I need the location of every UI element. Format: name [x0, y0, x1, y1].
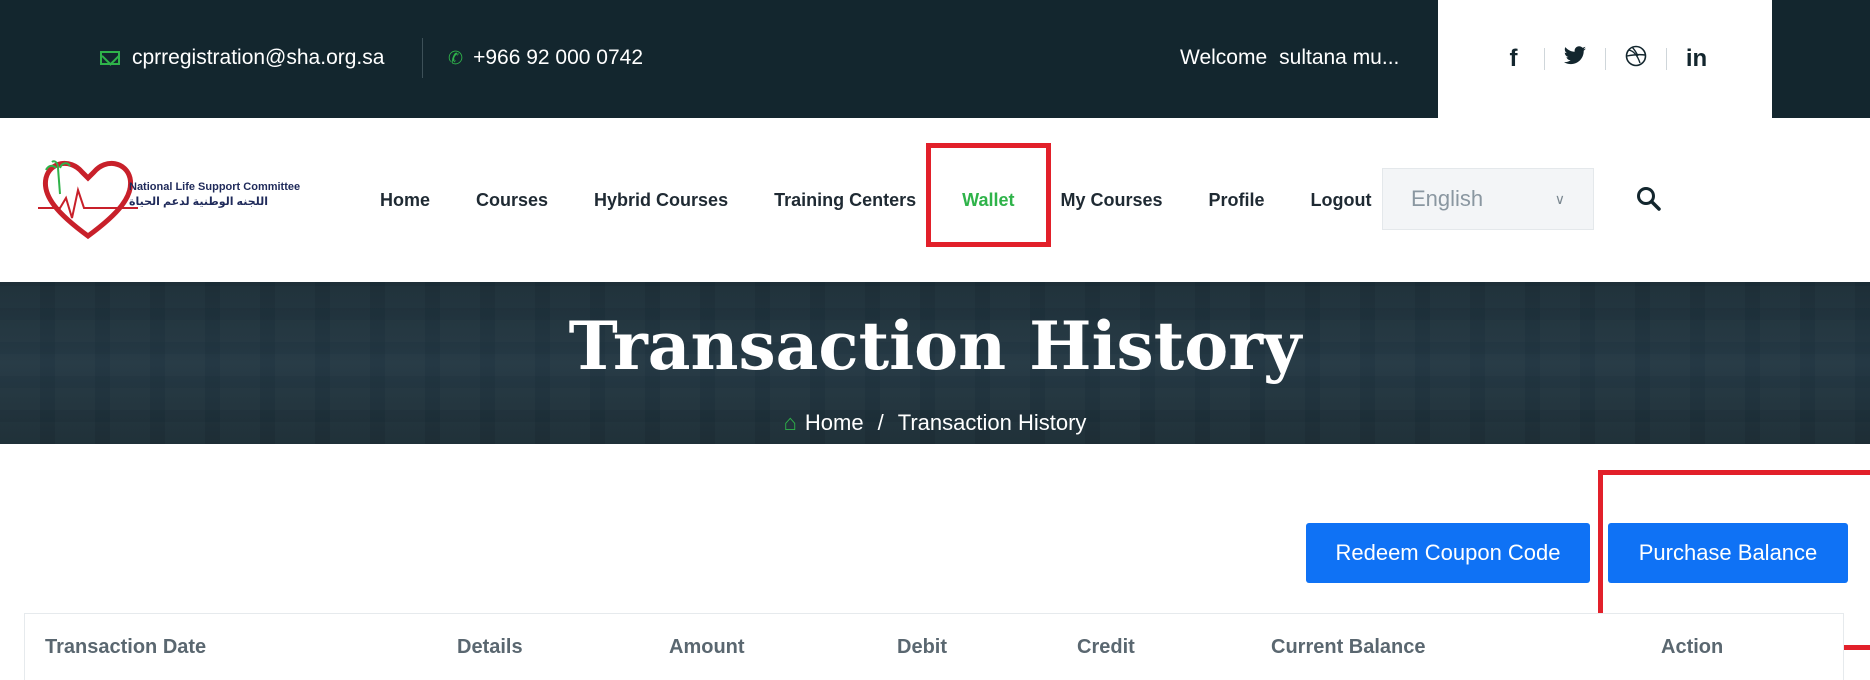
transactions-table: Transaction Date Details Amount Debit Cr…	[24, 613, 1844, 680]
welcome-user[interactable]: Welcome sultana mu...	[1180, 43, 1399, 73]
phone-text: +966 92 000 0742	[473, 46, 644, 69]
column-header-credit[interactable]: Credit	[1077, 614, 1135, 680]
email-text: cprregistration@sha.org.sa	[132, 46, 385, 69]
twitter-icon[interactable]	[1545, 45, 1605, 73]
divider	[422, 38, 423, 78]
contact-phone[interactable]: ✆ +966 92 000 0742	[448, 43, 643, 73]
linkedin-icon[interactable]: in	[1667, 45, 1727, 73]
breadcrumb-home[interactable]: Home	[805, 410, 864, 435]
nav-menu: Home Courses Hybrid Courses Training Cen…	[380, 118, 1418, 282]
nav-item-training-centers[interactable]: Training Centers	[774, 190, 916, 211]
heart-logo-icon	[38, 160, 138, 240]
language-value: English	[1411, 186, 1484, 211]
nav-item-my-courses[interactable]: My Courses	[1060, 190, 1162, 211]
logo-text: National Life Support Committee اللجنه ا…	[129, 180, 300, 210]
column-header-transaction-date[interactable]: Transaction Date	[45, 614, 206, 680]
social-links: f in	[1438, 0, 1772, 118]
breadcrumb-current: Transaction History	[897, 410, 1087, 435]
column-header-details[interactable]: Details	[457, 614, 523, 680]
home-icon: ⌂	[783, 410, 797, 435]
nav-item-courses[interactable]: Courses	[476, 190, 548, 211]
column-header-action[interactable]: Action	[1661, 614, 1723, 680]
language-select[interactable]: English ∨	[1382, 168, 1594, 230]
breadcrumb: ⌂ Home / Transaction History	[0, 410, 1870, 436]
nav-item-home[interactable]: Home	[380, 190, 430, 211]
redeem-coupon-button[interactable]: Redeem Coupon Code	[1306, 523, 1590, 583]
user-name: sultana mu...	[1279, 46, 1400, 69]
logo-english: National Life Support Committee	[129, 181, 301, 193]
welcome-label: Welcome	[1180, 46, 1268, 69]
page-hero: Transaction History ⌂ Home / Transaction Hi…	[0, 282, 1870, 444]
chevron-down-icon: ∨	[1554, 190, 1565, 207]
column-header-debit[interactable]: Debit	[897, 614, 947, 680]
logo-arabic: اللجنه الوطنية لدعم الحياة	[129, 196, 269, 208]
highlight-box-wallet	[926, 143, 1051, 247]
phone-icon: ✆	[448, 47, 464, 68]
envelope-icon	[100, 51, 120, 65]
nav-item-logout[interactable]: Logout	[1311, 190, 1372, 211]
column-header-amount[interactable]: Amount	[669, 614, 745, 680]
facebook-icon[interactable]: f	[1484, 45, 1544, 73]
page-title: Transaction History	[568, 307, 1302, 385]
column-header-current-balance[interactable]: Current Balance	[1271, 614, 1426, 680]
dribbble-icon[interactable]	[1606, 45, 1666, 74]
nav-item-hybrid-courses[interactable]: Hybrid Courses	[594, 190, 728, 211]
breadcrumb-separator: /	[877, 410, 884, 435]
top-bar: cprregistration@sha.org.sa ✆ +966 92 000…	[0, 0, 1870, 118]
contact-email[interactable]: cprregistration@sha.org.sa	[100, 43, 384, 73]
nav-item-profile[interactable]: Profile	[1209, 190, 1265, 211]
search-icon[interactable]	[1636, 186, 1662, 212]
